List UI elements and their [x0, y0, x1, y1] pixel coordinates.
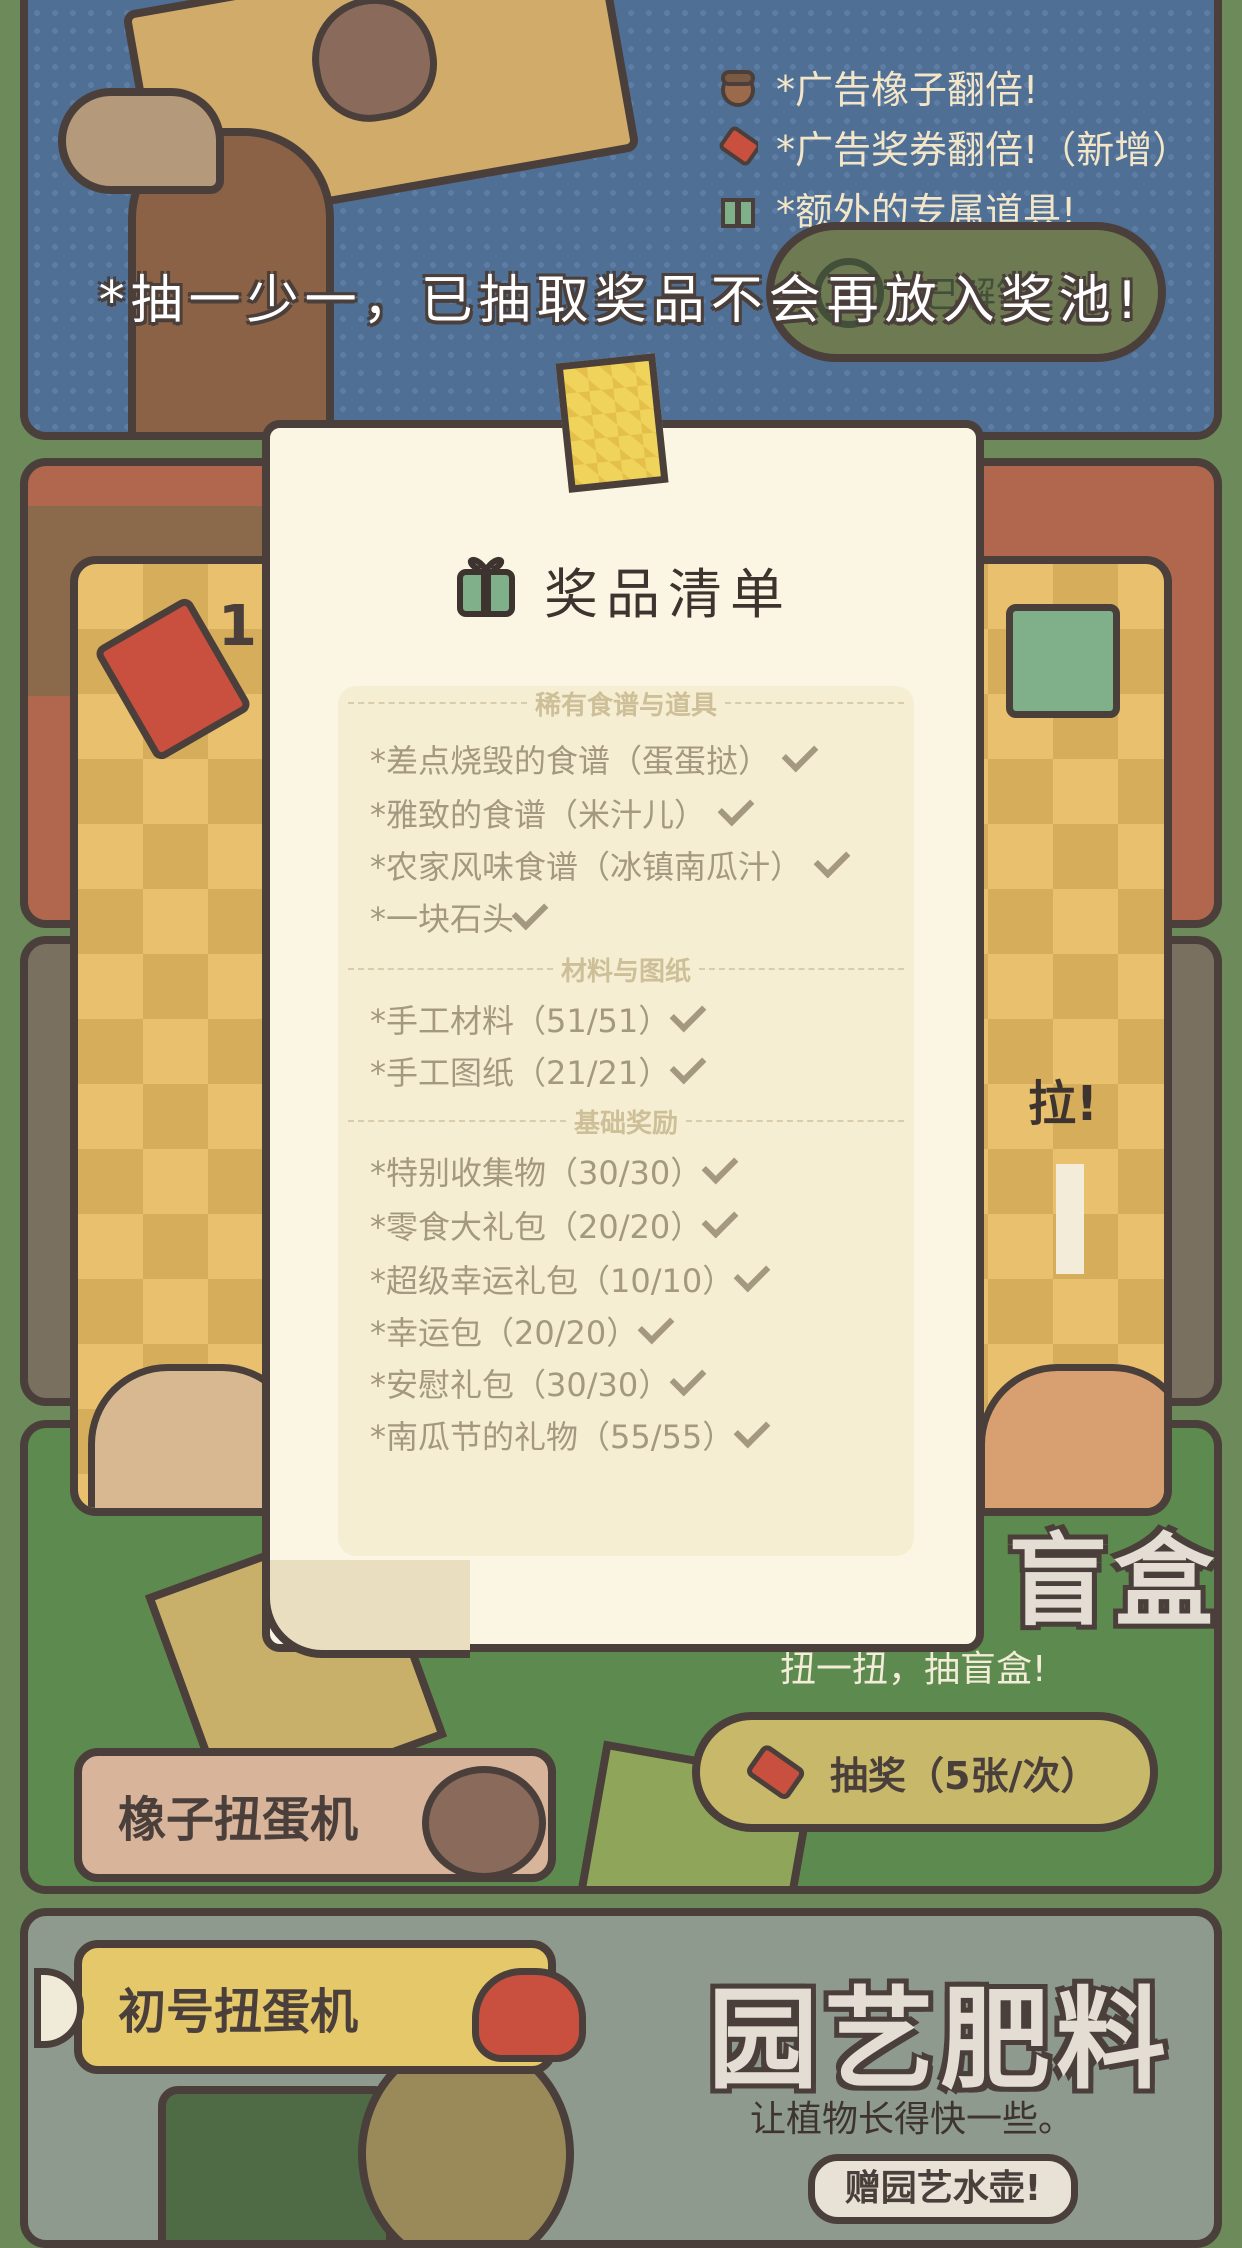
fertilizer-subtitle: 让植物长得快一些。	[750, 2099, 1075, 2140]
down-arrow-icon	[1056, 1164, 1084, 1274]
acorn-gacha-tag[interactable]: 橡子扭蛋机	[74, 1748, 556, 1882]
section-header: 材料与图纸	[348, 954, 905, 987]
prize-item: *南瓜节的礼物（55/55）	[370, 1411, 771, 1458]
prize-item: *农家风味食谱（冰镇南瓜汁）	[370, 841, 851, 888]
lottery-button[interactable]: 抽奖（5张/次）	[692, 1712, 1158, 1832]
prize-list-header: 奖品清单	[270, 548, 976, 631]
prize-item: *差点烧毁的食谱（蛋蛋挞）	[370, 735, 819, 782]
section-header-label: 基础奖励	[574, 1108, 679, 1139]
check-icon	[813, 841, 851, 879]
prize-list-dialog: 奖品清单 稀有食谱与道具 *差点烧毁的食谱（蛋蛋挞） *雅致的食谱（米汁儿） *…	[262, 420, 984, 1652]
check-icon	[733, 1411, 771, 1449]
acorn-icon	[718, 66, 758, 107]
gift-watering-can-badge: 赠园艺水壶!	[808, 2154, 1078, 2224]
draw-rule-banner: *抽一少一，已抽取奖品不会再放入奖池!	[98, 271, 1144, 331]
check-icon	[511, 893, 549, 931]
starter-gacha-label: 初号扭蛋机	[118, 1984, 359, 2040]
blind-box-title: 盲盒	[1008, 1523, 1220, 1640]
section-header: 稀有食谱与道具	[348, 688, 905, 721]
check-icon	[669, 1047, 707, 1085]
gift-icon	[718, 188, 758, 228]
prize-item: *一块石头	[370, 893, 549, 940]
prize-item: *超级幸运礼包（10/10）	[370, 1255, 771, 1302]
ticket-icon	[740, 1738, 810, 1817]
benefit-row-acorn: *广告橡子翻倍!	[718, 58, 1038, 114]
section-header-label: 稀有食谱与道具	[535, 690, 718, 721]
pull-label: 拉!	[1028, 1076, 1098, 1132]
check-icon	[669, 995, 707, 1033]
gift-icon	[454, 548, 518, 631]
ticket-icon	[718, 126, 758, 166]
tape-decoration	[555, 353, 669, 493]
starter-gacha-tag[interactable]: 初号扭蛋机	[74, 1940, 586, 2074]
prize-list-box: 稀有食谱与道具 *差点烧毁的食谱（蛋蛋挞） *雅致的食谱（米汁儿） *农家风味食…	[338, 686, 914, 1556]
prize-item: *安慰礼包（30/30）	[370, 1359, 707, 1406]
lottery-button-label: 抽奖（5张/次）	[830, 1753, 1099, 1798]
fertilizer-title: 园艺肥料	[708, 1976, 1172, 2104]
prize-item: *手工图纸（21/21）	[370, 1047, 707, 1094]
prize-item: *雅致的食谱（米汁儿）	[370, 789, 755, 836]
acorn-gacha-label: 橡子扭蛋机	[118, 1792, 359, 1848]
prize-item: *手工材料（51/51）	[370, 995, 707, 1042]
mushroom-icon	[472, 1968, 586, 2062]
acorn-face-icon	[422, 1766, 546, 1880]
ticket-count: 1	[218, 594, 257, 659]
section-header-label: 材料与图纸	[561, 956, 692, 987]
prize-item: *幸运包（20/20）	[370, 1307, 675, 1354]
mystery-gift-icon	[1006, 604, 1120, 718]
acorn-icon	[302, 0, 446, 131]
check-icon	[701, 1147, 739, 1185]
check-icon	[717, 789, 755, 827]
check-icon	[733, 1255, 771, 1293]
capsule-pile-right	[978, 1364, 1164, 1508]
prize-item: *特别收集物（30/30）	[370, 1147, 739, 1194]
prize-list-title: 奖品清单	[544, 563, 792, 626]
benefit-label: *广告橡子翻倍!	[776, 67, 1039, 112]
check-icon	[701, 1201, 739, 1239]
paper-curl-corner	[262, 1560, 470, 1658]
check-icon	[669, 1359, 707, 1397]
benefit-row-ticket: *广告奖券翻倍!（新增）	[718, 118, 1190, 174]
section-header: 基础奖励	[348, 1106, 905, 1139]
benefit-label: *广告奖券翻倍!（新增）	[776, 127, 1191, 172]
squirrel-ear-illustration	[58, 88, 224, 194]
check-icon	[637, 1307, 675, 1345]
check-icon	[781, 735, 819, 773]
prize-item: *零食大礼包（20/20）	[370, 1201, 739, 1248]
